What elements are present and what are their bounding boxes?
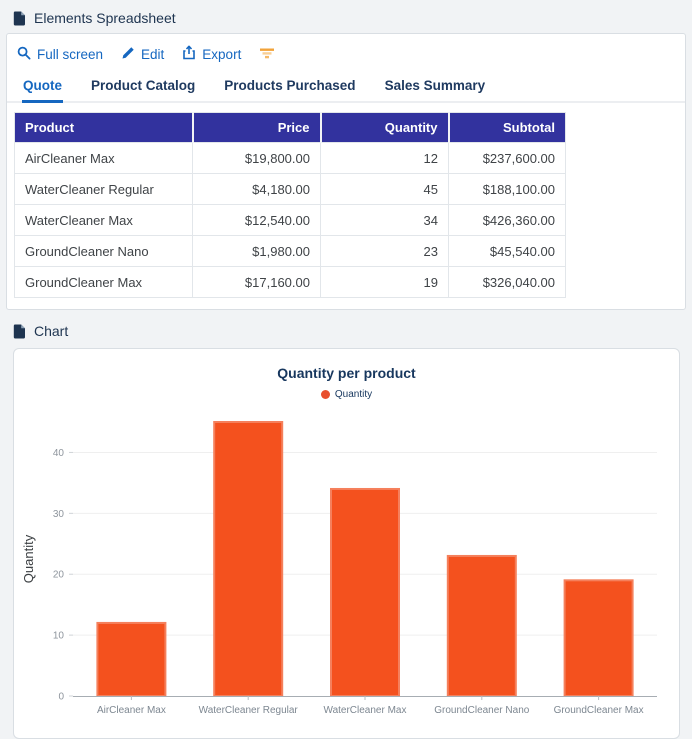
product-cell: AirCleaner Max [15,143,193,174]
spreadsheet-panel-title: Elements Spreadsheet [34,10,176,26]
chart-bar[interactable] [331,489,399,696]
table-row: WaterCleaner Max$12,540.0034$426,360.00 [15,205,566,236]
quote-table-body: AirCleaner Max$19,800.0012$237,600.00Wat… [15,143,566,298]
price-column-header: Price [193,113,321,143]
quote-table-wrap: Product Price Quantity Subtotal AirClean… [7,103,685,309]
edit-label: Edit [141,47,164,62]
subtotal-column-header: Subtotal [449,113,566,143]
product-cell: WaterCleaner Max [15,205,193,236]
x-category-label: GroundCleaner Nano [434,705,529,716]
chart-title: Quantity per product [277,365,415,381]
product-cell: GroundCleaner Nano [15,236,193,267]
spreadsheet-panel-header: Elements Spreadsheet [6,0,686,33]
y-tick-label: 0 [58,692,64,703]
table-row: GroundCleaner Nano$1,980.0023$45,540.00 [15,236,566,267]
spreadsheet-toolbar: Full screen Edit Export [7,42,685,72]
table-row: GroundCleaner Max$17,160.0019$326,040.00 [15,267,566,298]
spreadsheet-tabs: Quote Product Catalog Products Purchased… [7,72,685,103]
price-cell: $19,800.00 [193,143,321,174]
legend-dot-icon [321,390,330,399]
quantity-cell: 45 [321,174,449,205]
x-category-label: WaterCleaner Max [323,705,406,716]
full-screen-label: Full screen [37,47,103,62]
subtotal-cell: $326,040.00 [449,267,566,298]
edit-button[interactable]: Edit [121,46,164,63]
price-cell: $17,160.00 [193,267,321,298]
price-cell: $4,180.00 [193,174,321,205]
quantity-cell: 12 [321,143,449,174]
y-tick-label: 40 [52,448,64,459]
export-label: Export [202,47,241,62]
price-cell: $12,540.00 [193,205,321,236]
pencil-icon [121,46,135,63]
quantity-cell: 19 [321,267,449,298]
chart-bar[interactable] [564,580,632,696]
y-tick-label: 10 [52,631,64,642]
subtotal-cell: $426,360.00 [449,205,566,236]
quote-table: Product Price Quantity Subtotal AirClean… [14,112,566,298]
product-cell: GroundCleaner Max [15,267,193,298]
product-cell: WaterCleaner Regular [15,174,193,205]
magnifier-icon [17,46,31,63]
quantity-column-header: Quantity [321,113,449,143]
chart-bar[interactable] [447,556,515,696]
price-cell: $1,980.00 [193,236,321,267]
subtotal-cell: $188,100.00 [449,174,566,205]
tab-product-catalog[interactable]: Product Catalog [90,74,196,103]
chart-card: Quantity per product Quantity 0 10 20 30 40 A… [13,348,680,739]
export-button[interactable]: Export [182,45,241,63]
x-category-label: WaterCleaner Regular [198,705,298,716]
y-tick-label: 20 [52,570,64,581]
document-icon [13,324,26,339]
chart-bar[interactable] [214,422,282,696]
spreadsheet-card: Full screen Edit Export [6,33,686,310]
quantity-cell: 34 [321,205,449,236]
document-icon [13,11,26,26]
legend-label: Quantity [335,389,372,400]
page: Elements Spreadsheet Full screen [0,0,692,739]
product-column-header: Product [15,113,193,143]
quantity-bar-chart: 0 10 20 30 40 AirCleaner Max WaterCleaner Regu… [21,402,673,724]
chart-bar[interactable] [97,623,165,696]
x-category-label: AirCleaner Max [96,705,165,716]
filter-icon [259,47,275,62]
table-header-row: Product Price Quantity Subtotal [15,113,566,143]
x-category-label: GroundCleaner Max [553,705,643,716]
chart-panel-header: Chart [6,310,686,346]
subtotal-cell: $237,600.00 [449,143,566,174]
y-axis-title: Quantity [21,534,36,583]
export-icon [182,45,196,63]
tab-products-purchased[interactable]: Products Purchased [223,74,356,103]
table-row: WaterCleaner Regular$4,180.0045$188,100.… [15,174,566,205]
table-row: AirCleaner Max$19,800.0012$237,600.00 [15,143,566,174]
quantity-cell: 23 [321,236,449,267]
tab-quote[interactable]: Quote [22,74,63,103]
chart-legend[interactable]: Quantity [321,389,372,400]
y-tick-label: 30 [52,509,64,520]
tab-sales-summary[interactable]: Sales Summary [384,74,487,103]
filter-button[interactable] [259,47,275,62]
chart-panel-title: Chart [34,323,68,339]
full-screen-button[interactable]: Full screen [17,46,103,63]
subtotal-cell: $45,540.00 [449,236,566,267]
